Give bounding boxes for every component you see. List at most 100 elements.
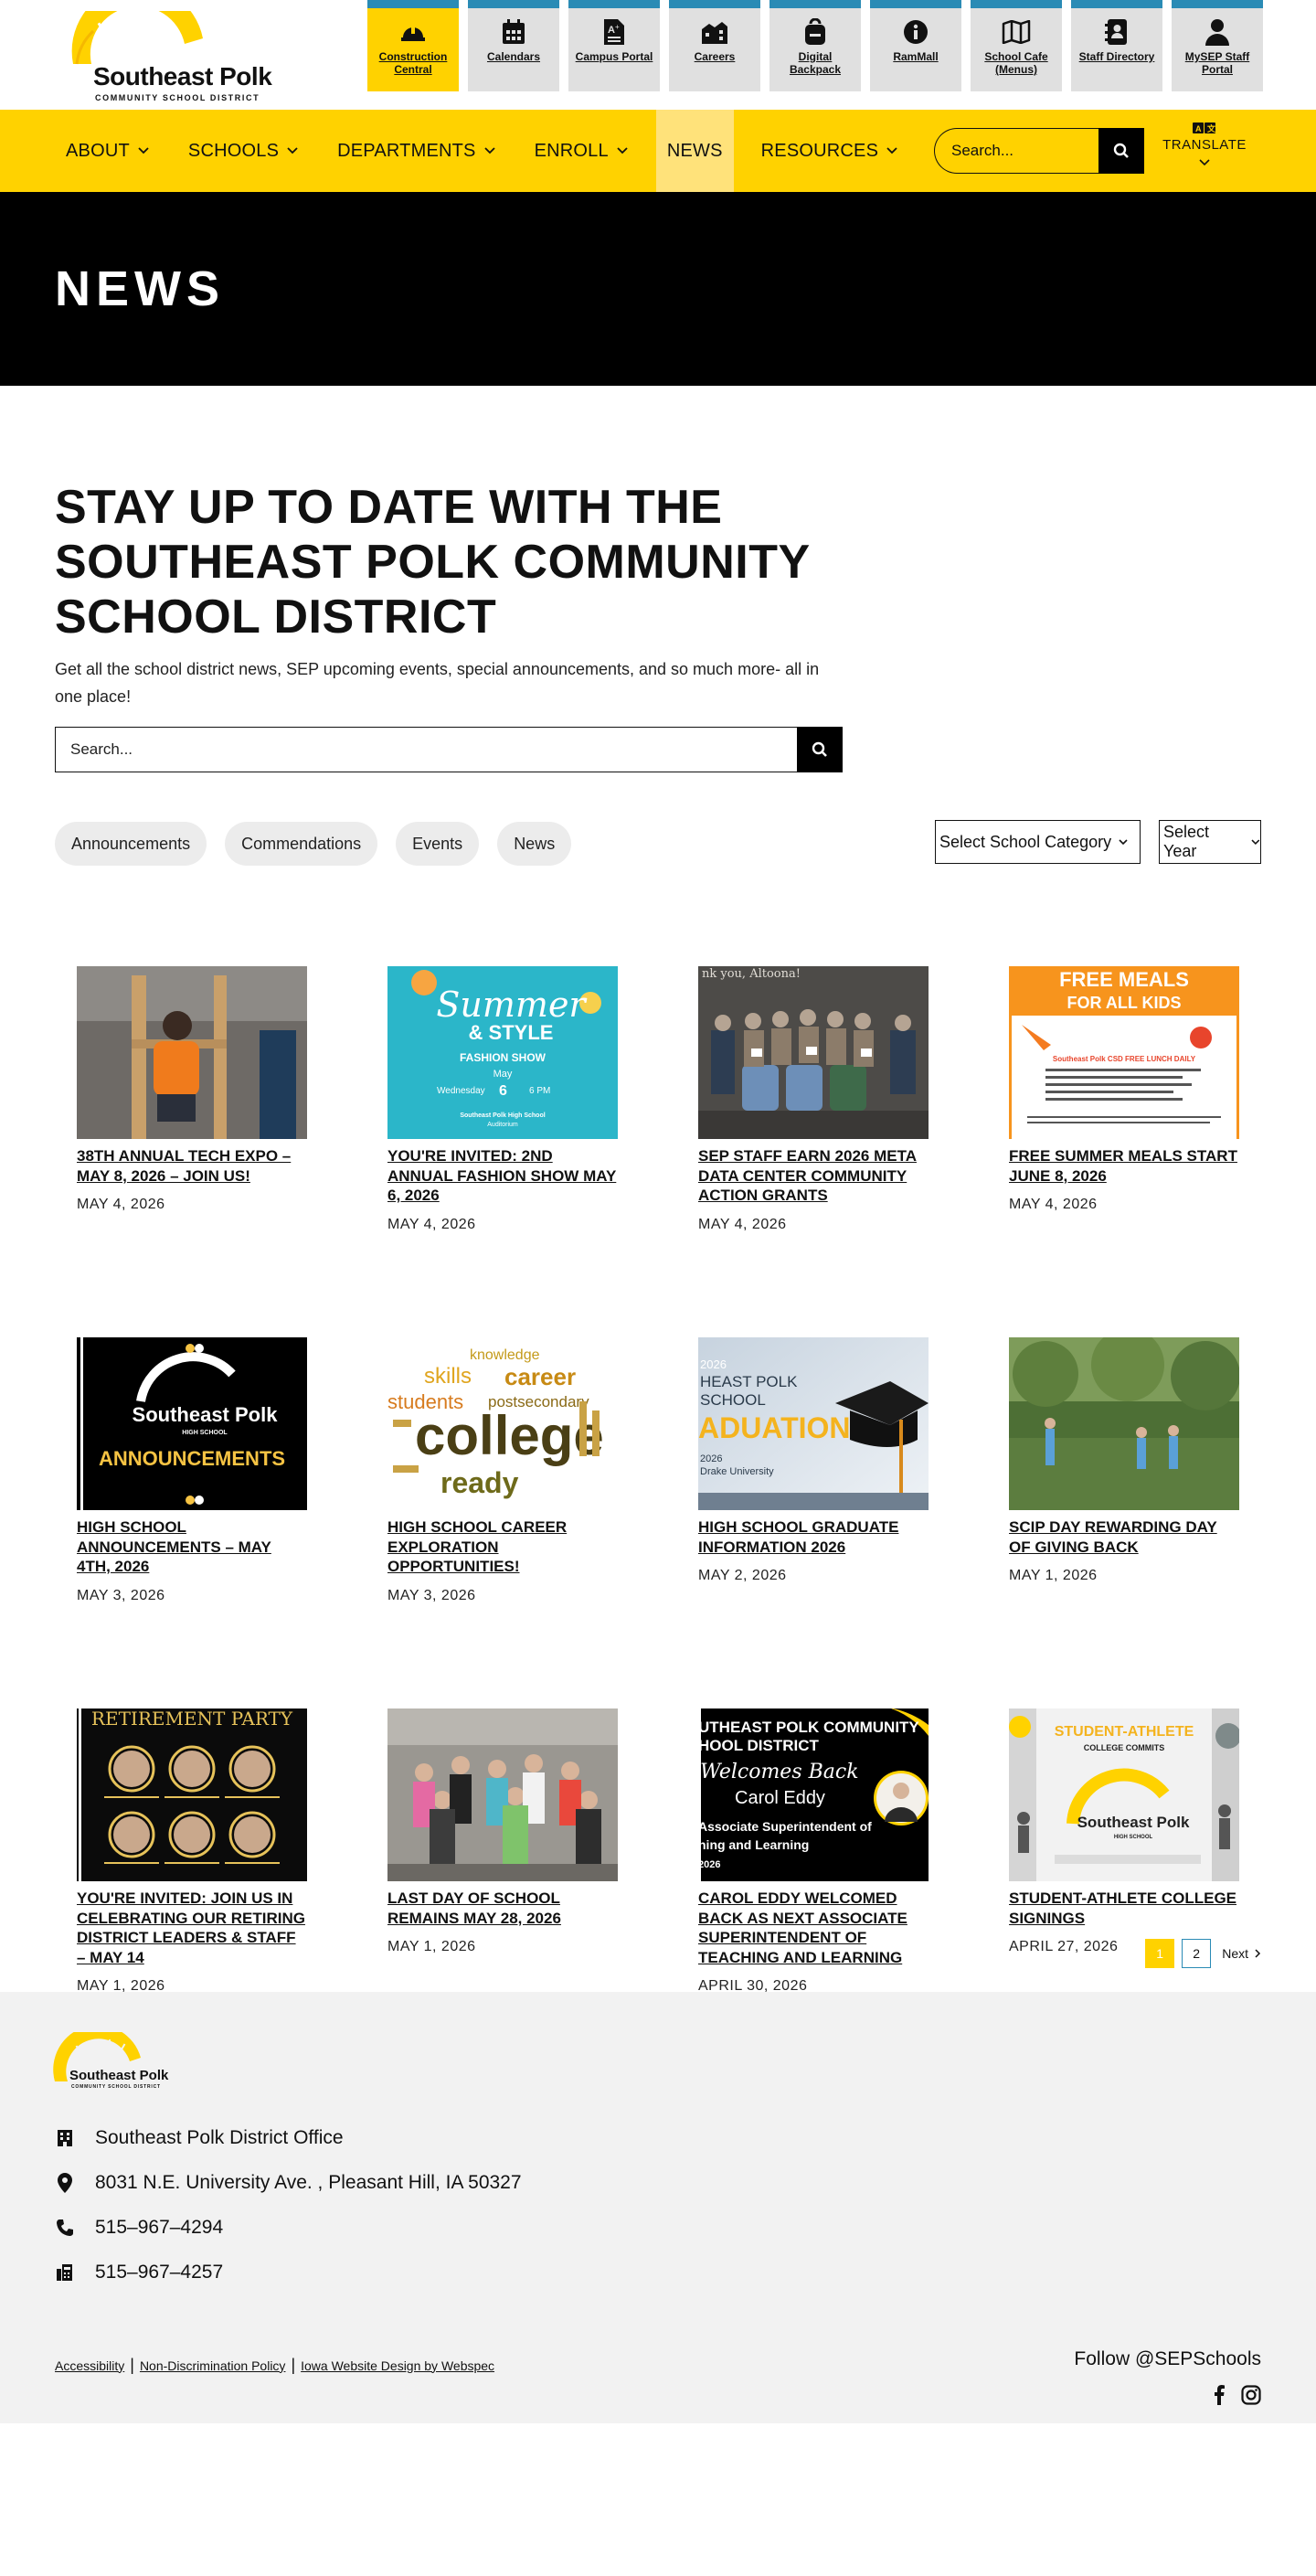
year-select[interactable]: Select Year: [1159, 820, 1261, 864]
article-title[interactable]: HIGH SCHOOL ANNOUNCEMENTS – MAY 4TH, 202…: [77, 1517, 307, 1577]
article-title[interactable]: SEP STAFF EARN 2026 META DATA CENTER COM…: [698, 1146, 929, 1206]
article-title[interactable]: HIGH SCHOOL CAREER EXPLORATION OPPORTUNI…: [387, 1517, 618, 1577]
last-day-of-school-thumbnail[interactable]: [387, 1708, 618, 1881]
quick-links: Construction Central Calendars A + Campus…: [367, 0, 1263, 91]
article-title[interactable]: SCIP DAY REWARDING DAY OF GIVING BACK: [1009, 1517, 1239, 1557]
scip-day-thumbnail[interactable]: [1009, 1337, 1239, 1510]
quicklink-school-cafe[interactable]: School Cafe (Menus): [971, 0, 1062, 91]
svg-text:A: A: [608, 25, 615, 36]
office-name: Southeast Polk District Office: [95, 2127, 344, 2148]
news-search-input[interactable]: [55, 727, 797, 772]
carol-eddy-thumbnail[interactable]: UTHEAST POLK COMMUNITY HOOL DISTRICT Wel…: [698, 1708, 929, 1881]
article-date: MAY 4, 2026: [387, 1216, 476, 1232]
quicklink-rammall[interactable]: RamMall: [870, 0, 961, 91]
footer-logo[interactable]: Southeast Polk COMMUNITY SCHOOL DISTRICT: [53, 2025, 190, 2091]
quicklink-label: Staff Directory: [1078, 50, 1155, 63]
footer-office: Southeast Polk District Office: [55, 2127, 344, 2149]
district-logo[interactable]: Southeast Polk COMMUNITY SCHOOL DISTRICT: [66, 11, 276, 102]
article-title[interactable]: YOU'RE INVITED: JOIN US IN CELEBRATING O…: [77, 1889, 307, 1967]
article-date: MAY 4, 2026: [77, 1197, 165, 1212]
filter-announcements[interactable]: Announcements: [55, 822, 207, 866]
instagram-icon[interactable]: [1241, 2385, 1261, 2410]
chevron-down-icon: [1119, 839, 1128, 846]
retirement-party-thumbnail[interactable]: RETIREMENT PARTY: [77, 1708, 307, 1881]
news-card[interactable]: UTHEAST POLK COMMUNITY HOOL DISTRICT Wel…: [698, 1708, 929, 1995]
nav-search-button[interactable]: [1098, 128, 1144, 174]
quicklink-construction-central[interactable]: Construction Central: [367, 0, 459, 91]
graduation-thumbnail[interactable]: 2026 HEAST POLK SCHOOL ADUATION 2026 Dra…: [698, 1337, 929, 1510]
nav-search: [934, 128, 1144, 174]
chevron-right-icon: [1255, 1949, 1261, 1958]
news-card[interactable]: SCIP DAY REWARDING DAY OF GIVING BACK MA…: [1009, 1337, 1239, 1584]
news-card[interactable]: FREE MEALS FOR ALL KIDS Southeast Polk C…: [1009, 966, 1239, 1213]
page-2-button[interactable]: 2: [1182, 1939, 1212, 1968]
article-title[interactable]: STUDENT-ATHLETE COLLEGE SIGNINGS: [1009, 1889, 1239, 1928]
nav-resources[interactable]: RESOURCES: [761, 110, 899, 192]
news-card[interactable]: STUDENT-ATHLETE COLLEGE COMMITS Southeas…: [1009, 1708, 1239, 1955]
staff-grants-thumbnail[interactable]: nk you, Altoona!: [698, 966, 929, 1139]
non-discrimination-link[interactable]: Non-Discrimination Policy: [140, 2358, 286, 2373]
article-title[interactable]: 38TH ANNUAL TECH EXPO – MAY 8, 2026 – JO…: [77, 1146, 307, 1186]
news-card[interactable]: RETIREMENT PARTY YOU'RE INVITED: JOIN US…: [77, 1708, 307, 1995]
office-address: 8031 N.E. University Ave. , Pleasant Hil…: [95, 2172, 522, 2193]
article-title[interactable]: HIGH SCHOOL GRADUATE INFORMATION 2026: [698, 1517, 929, 1557]
footer-logo-sub: COMMUNITY SCHOOL DISTRICT: [71, 2084, 161, 2090]
graphic-text: SCHOOL: [700, 1391, 766, 1409]
student-athlete-thumbnail[interactable]: STUDENT-ATHLETE COLLEGE COMMITS Southeas…: [1009, 1708, 1239, 1881]
nav-enroll[interactable]: ENROLL: [535, 110, 629, 192]
chevron-down-icon: [138, 147, 149, 154]
news-search-button[interactable]: [797, 727, 843, 772]
translate-button[interactable]: A文 TRANSLATE: [1159, 122, 1250, 167]
news-card[interactable]: nk you, Altoona! SEP STAFF EARN 2026 MET…: [698, 966, 929, 1233]
flyer-text: FREE MEALS: [1059, 968, 1189, 991]
person-icon: [1201, 17, 1234, 47]
article-title[interactable]: LAST DAY OF SCHOOL REMAINS MAY 28, 2026: [387, 1889, 618, 1928]
quicklink-campus-portal[interactable]: A + Campus Portal: [568, 0, 660, 91]
page-1-button[interactable]: 1: [1145, 1939, 1175, 1968]
wordcloud-text: skills: [424, 1364, 472, 1389]
fashion-show-thumbnail[interactable]: Summer & STYLE FASHION SHOW May Wednesda…: [387, 966, 618, 1139]
flyer-text: 6 PM: [529, 1086, 550, 1096]
news-card[interactable]: 38TH ANNUAL TECH EXPO – MAY 8, 2026 – JO…: [77, 966, 307, 1213]
phone-link[interactable]: 515–967–4294: [95, 2217, 223, 2239]
chevron-down-icon: [617, 147, 628, 154]
article-date: MAY 1, 2026: [1009, 1568, 1098, 1583]
footer-logo-name: Southeast Polk: [69, 2068, 169, 2083]
nav-search-input[interactable]: [934, 128, 1098, 174]
calendar-icon: [497, 17, 530, 47]
career-exploration-thumbnail[interactable]: knowledge skills career students postsec…: [387, 1337, 618, 1510]
filter-news[interactable]: News: [497, 822, 572, 866]
next-page-button[interactable]: Next: [1222, 1946, 1261, 1961]
announcements-thumbnail[interactable]: Southeast Polk HIGH SCHOOL ANNOUNCEMENTS: [77, 1337, 307, 1510]
quicklink-mysep-staff-portal[interactable]: MySEP Staff Portal: [1172, 0, 1263, 91]
news-card[interactable]: Summer & STYLE FASHION SHOW May Wednesda…: [387, 966, 618, 1233]
quicklink-calendars[interactable]: Calendars: [468, 0, 559, 91]
article-title[interactable]: FREE SUMMER MEALS START JUNE 8, 2026: [1009, 1146, 1239, 1186]
graphic-text: ANNOUNCEMENTS: [99, 1447, 285, 1470]
quicklink-digital-backpack[interactable]: Digital Backpack: [769, 0, 861, 91]
news-card[interactable]: LAST DAY OF SCHOOL REMAINS MAY 28, 2026 …: [387, 1708, 618, 1955]
free-meals-thumbnail[interactable]: FREE MEALS FOR ALL KIDS Southeast Polk C…: [1009, 966, 1239, 1139]
fax-icon: [55, 2262, 75, 2283]
filter-commendations[interactable]: Commendations: [225, 822, 378, 866]
facebook-icon[interactable]: [1214, 2385, 1225, 2410]
filter-events[interactable]: Events: [396, 822, 480, 866]
nav-news[interactable]: NEWS: [655, 110, 734, 192]
news-card[interactable]: knowledge skills career students postsec…: [387, 1337, 618, 1604]
accessibility-link[interactable]: Accessibility: [55, 2358, 124, 2373]
article-title[interactable]: YOU'RE INVITED: 2ND ANNUAL FASHION SHOW …: [387, 1146, 618, 1206]
school-category-select[interactable]: Select School Category: [935, 820, 1141, 864]
webspec-link[interactable]: Iowa Website Design by Webspec: [301, 2358, 494, 2373]
tech-expo-thumbnail[interactable]: [77, 966, 307, 1139]
article-title[interactable]: CAROL EDDY WELCOMED BACK AS NEXT ASSOCIA…: [698, 1889, 929, 1967]
quicklink-careers[interactable]: Careers: [669, 0, 760, 91]
quicklink-label: MySEP Staff Portal: [1184, 50, 1250, 76]
graphic-text: HIGH SCHOOL: [1114, 1835, 1153, 1840]
nav-about[interactable]: ABOUT: [66, 110, 150, 192]
nav-departments[interactable]: DEPARTMENTS: [337, 110, 495, 192]
news-card[interactable]: Southeast Polk HIGH SCHOOL ANNOUNCEMENTS…: [77, 1337, 307, 1604]
nav-schools[interactable]: SCHOOLS: [188, 110, 299, 192]
footer-fax: 515–967–4257: [55, 2262, 223, 2283]
news-card[interactable]: 2026 HEAST POLK SCHOOL ADUATION 2026 Dra…: [698, 1337, 929, 1584]
quicklink-staff-directory[interactable]: Staff Directory: [1071, 0, 1162, 91]
